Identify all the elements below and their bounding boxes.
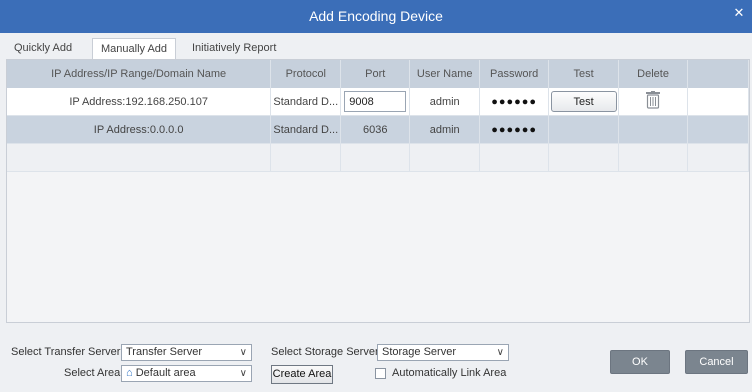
test-button[interactable]: Test: [550, 91, 617, 112]
home-icon: ⌂: [126, 367, 133, 379]
trash-icon[interactable]: [646, 91, 661, 112]
col-header-test: Test: [548, 60, 620, 88]
cell-password: ●●●●●●: [479, 88, 550, 116]
storage-server-select[interactable]: Storage Server ∨: [377, 344, 509, 361]
cell-delete: [618, 88, 689, 116]
port-input[interactable]: [344, 91, 407, 112]
cell-protocol: Standard D...: [270, 88, 342, 116]
area-value: Default area: [135, 367, 196, 379]
table-row[interactable]: IP Address:192.168.250.107 Standard D...…: [7, 88, 749, 116]
cell-password: ●●●●●●: [479, 115, 550, 144]
title-bar: Add Encoding Device ✕: [0, 0, 752, 33]
create-area-button[interactable]: Create Area: [271, 365, 333, 384]
chevron-down-icon: ∨: [496, 347, 504, 358]
password-mask: ●●●●●●: [491, 123, 538, 136]
col-header-spacer: [687, 60, 749, 88]
cell-delete: [618, 115, 689, 144]
cell-address: IP Address:192.168.250.107: [7, 88, 272, 116]
cell-port: [340, 88, 411, 116]
col-header-port: Port: [340, 60, 411, 88]
transfer-server-label: Select Transfer Server: [11, 346, 121, 358]
cell-test: [548, 115, 620, 144]
window-title: Add Encoding Device: [309, 8, 443, 24]
col-header-delete: Delete: [618, 60, 689, 88]
transfer-server-value: Transfer Server: [126, 346, 203, 358]
col-header-username: User Name: [409, 60, 481, 88]
transfer-server-select[interactable]: Transfer Server ∨: [121, 344, 252, 361]
table-row[interactable]: IP Address:0.0.0.0 Standard D... 6036 ad…: [7, 115, 749, 144]
area-select[interactable]: ⌂ Default area ∨: [121, 365, 252, 382]
close-icon[interactable]: ✕: [732, 6, 746, 20]
col-header-address: IP Address/IP Range/Domain Name: [7, 60, 272, 88]
storage-server-label: Select Storage Server: [271, 346, 379, 358]
cell-address: IP Address:0.0.0.0: [7, 115, 272, 144]
tab-quickly-add[interactable]: Quickly Add: [6, 38, 80, 58]
tab-manually-add[interactable]: Manually Add: [92, 38, 177, 60]
auto-link-checkbox[interactable]: [375, 368, 386, 379]
footer: Select Transfer Server Transfer Server ∨…: [0, 330, 752, 392]
cell-test: Test: [548, 88, 620, 116]
col-header-password: Password: [479, 60, 550, 88]
chevron-down-icon: ∨: [239, 347, 247, 358]
cell-protocol: Standard D...: [270, 115, 342, 144]
table-row-empty: [7, 143, 749, 172]
device-list-panel: IP Address/IP Range/Domain Name Protocol…: [6, 59, 750, 323]
device-table: IP Address/IP Range/Domain Name Protocol…: [7, 60, 749, 172]
cancel-button[interactable]: Cancel: [685, 350, 748, 374]
cell-username: admin: [409, 88, 481, 116]
storage-server-value: Storage Server: [382, 346, 456, 358]
col-header-protocol: Protocol: [270, 60, 342, 88]
area-label: Select Area: [64, 367, 121, 379]
chevron-down-icon: ∨: [239, 368, 247, 379]
table-header-row: IP Address/IP Range/Domain Name Protocol…: [7, 60, 749, 88]
ok-button[interactable]: OK: [610, 350, 670, 374]
tab-initiatively-report[interactable]: Initiatively Report: [184, 38, 284, 58]
auto-link-label: Automatically Link Area: [392, 367, 507, 379]
cell-username: admin: [409, 115, 481, 144]
password-mask: ●●●●●●: [491, 95, 538, 108]
cell-port: 6036: [340, 115, 411, 144]
